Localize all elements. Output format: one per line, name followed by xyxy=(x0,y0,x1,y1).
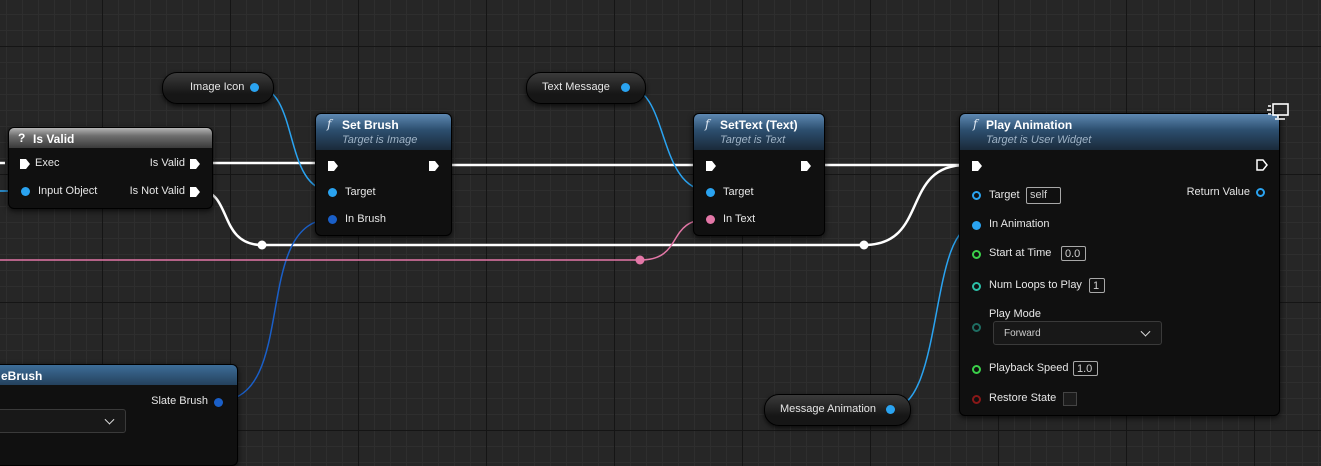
node-subtitle: Target is User Widget xyxy=(986,134,1092,146)
restore-state-pin[interactable] xyxy=(972,395,981,404)
pin-label: Exec xyxy=(35,157,60,169)
start-at-time-pin[interactable] xyxy=(972,250,981,259)
exec-pin-out[interactable] xyxy=(1256,159,1268,171)
brush-dropdown[interactable] xyxy=(0,409,126,433)
pin-label: In Animation xyxy=(989,218,1050,230)
node-title: Is Valid xyxy=(33,132,75,146)
pin-label: Input Object xyxy=(38,185,98,197)
pin-label: Is Valid xyxy=(149,157,185,169)
is-valid-node[interactable]: ? Is Valid Exec Input Object Is Valid Is… xyxy=(8,127,213,209)
variable-output-pin[interactable] xyxy=(250,83,259,92)
node-title: SetText (Text) xyxy=(720,118,798,132)
pin-label: Target xyxy=(345,186,376,198)
target-pin[interactable] xyxy=(328,188,337,197)
play-mode-dropdown[interactable]: Forward xyxy=(993,321,1162,345)
slate-brush-pin[interactable] xyxy=(214,398,223,407)
reroute-node xyxy=(635,255,645,265)
chevron-down-icon xyxy=(1140,326,1151,337)
in-brush-pin[interactable] xyxy=(328,215,337,224)
function-icon: f xyxy=(705,117,710,131)
start-at-time-field[interactable]: 0.0 xyxy=(1061,246,1086,261)
pin-label: In Brush xyxy=(345,213,386,225)
exec-pin-out[interactable] xyxy=(428,160,440,172)
widget-monitor-icon xyxy=(1267,103,1289,120)
in-text-pin[interactable] xyxy=(706,215,715,224)
is-valid-exec-pin[interactable] xyxy=(189,158,201,170)
node-subtitle: Target is Image xyxy=(342,134,418,146)
question-icon: ? xyxy=(18,131,26,145)
node-subtitle: Target is Text xyxy=(720,134,786,146)
pin-label: Num Loops to Play xyxy=(989,279,1082,291)
pin-label: Return Value xyxy=(1186,186,1250,198)
reroute-node xyxy=(257,240,267,250)
pin-label: Is Not Valid xyxy=(129,185,185,197)
play-animation-node[interactable]: f Play Animation Target is User Widget T… xyxy=(959,113,1280,416)
variable-label: Text Message xyxy=(542,81,610,93)
pin-label: Target xyxy=(723,186,754,198)
input-object-pin[interactable] xyxy=(21,187,30,196)
text-message-variable[interactable]: Text Message xyxy=(526,72,646,104)
node-title: eBrush xyxy=(1,369,43,383)
variable-output-pin[interactable] xyxy=(621,83,630,92)
exec-pin-in[interactable] xyxy=(705,160,717,172)
exec-pin-in[interactable] xyxy=(327,160,339,172)
pin-label: Playback Speed xyxy=(989,362,1069,374)
exec-pin-out[interactable] xyxy=(800,160,812,172)
pin-label: Restore State xyxy=(989,392,1057,404)
pin-label: In Text xyxy=(723,213,756,225)
play-mode-value: Forward xyxy=(1004,328,1041,339)
target-pin[interactable] xyxy=(706,188,715,197)
is-not-valid-exec-pin[interactable] xyxy=(189,186,201,198)
function-icon: f xyxy=(973,117,978,131)
play-mode-pin[interactable] xyxy=(972,323,981,332)
exec-pin-in[interactable] xyxy=(971,160,983,172)
message-animation-variable[interactable]: Message Animation xyxy=(764,394,911,426)
target-pin[interactable] xyxy=(972,191,981,200)
in-animation-pin[interactable] xyxy=(972,221,981,230)
set-text-node[interactable]: f SetText (Text) Target is Text Target I… xyxy=(693,113,825,236)
num-loops-field[interactable]: 1 xyxy=(1089,278,1105,293)
reroute-node xyxy=(859,240,869,250)
exec-pin-in[interactable] xyxy=(19,158,31,170)
chevron-down-icon xyxy=(104,414,115,425)
set-brush-node[interactable]: f Set Brush Target is Image Target In Br… xyxy=(315,113,452,236)
function-icon: f xyxy=(327,117,332,131)
target-value-field[interactable]: self xyxy=(1026,187,1061,204)
node-title: Play Animation xyxy=(986,118,1073,132)
variable-output-pin[interactable] xyxy=(886,405,895,414)
pin-label: Start at Time xyxy=(989,247,1052,259)
playback-speed-pin[interactable] xyxy=(972,365,981,374)
return-value-pin[interactable] xyxy=(1256,188,1265,197)
node-title: Set Brush xyxy=(342,118,399,132)
variable-label: Image Icon xyxy=(190,81,245,93)
image-icon-variable[interactable]: Image Icon xyxy=(162,72,274,104)
pin-label: Target xyxy=(989,189,1020,201)
pin-label: Play Mode xyxy=(989,308,1041,320)
playback-speed-field[interactable]: 1.0 xyxy=(1073,361,1098,376)
num-loops-pin[interactable] xyxy=(972,282,981,291)
variable-label: Message Animation xyxy=(780,403,876,415)
restore-state-checkbox[interactable] xyxy=(1063,392,1077,406)
pin-label: Slate Brush xyxy=(151,395,208,407)
